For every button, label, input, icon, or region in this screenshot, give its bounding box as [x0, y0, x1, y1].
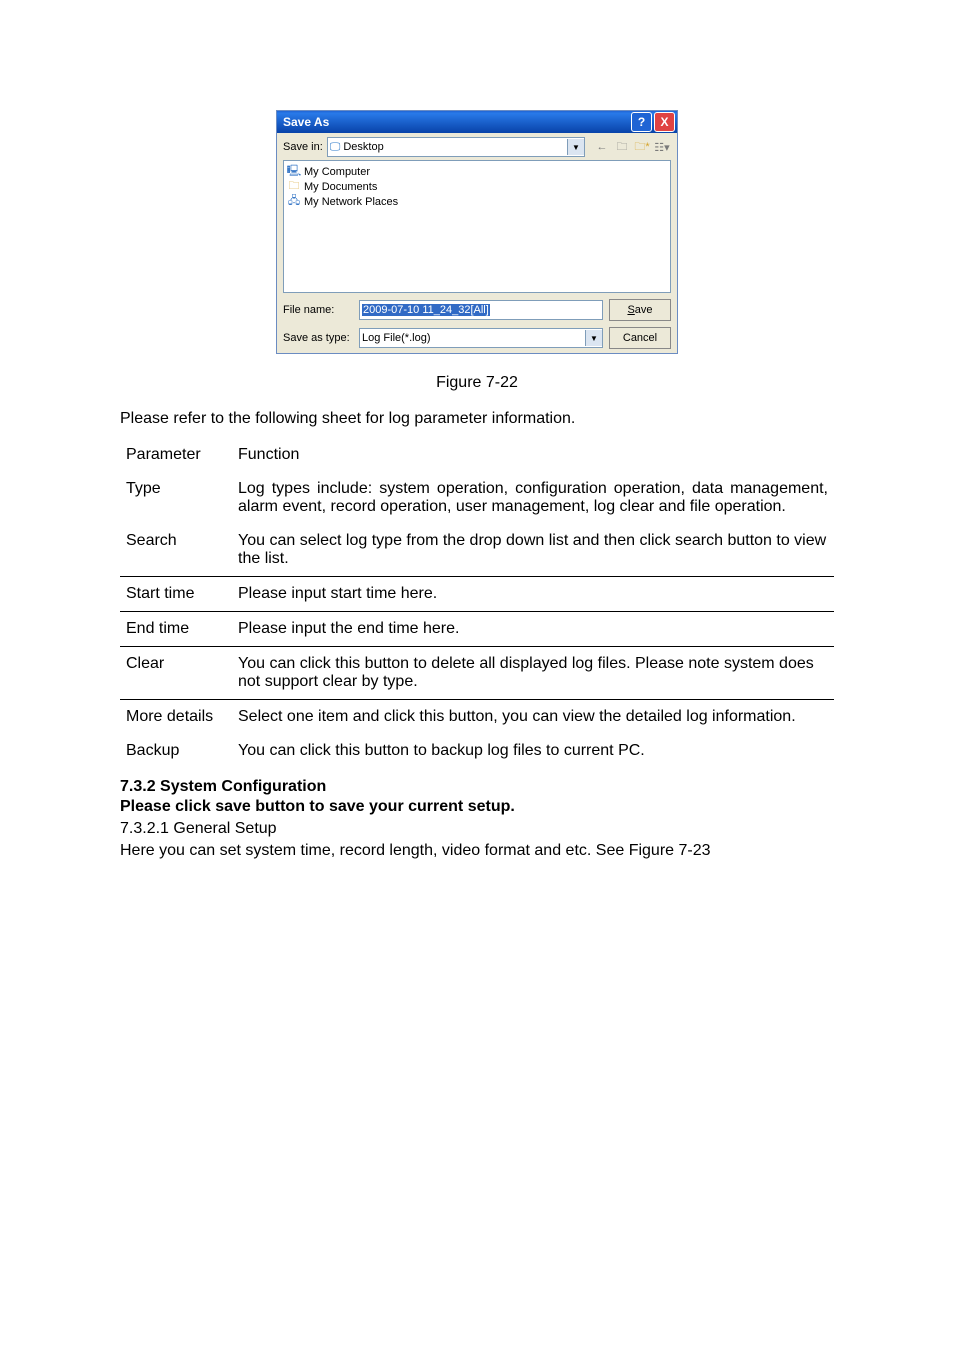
- views-icon[interactable]: ☷▾: [653, 138, 671, 156]
- close-icon[interactable]: X: [654, 112, 675, 132]
- param-name: Type: [120, 472, 232, 524]
- param-desc: You can click this button to backup log …: [232, 734, 834, 768]
- desktop-icon: 🖵: [330, 141, 341, 154]
- up-icon[interactable]: 🗀: [613, 138, 631, 156]
- file-name-input[interactable]: 2009-07-10 11_24_32[All]: [359, 300, 603, 320]
- param-name: Clear: [120, 647, 232, 700]
- chevron-down-icon[interactable]: ▼: [585, 330, 602, 346]
- save-button[interactable]: Save: [609, 299, 671, 321]
- list-item[interactable]: 🗀 My Documents: [287, 179, 667, 194]
- item-label: My Network Places: [304, 196, 398, 208]
- param-name: End time: [120, 612, 232, 647]
- param-desc: Please input the end time here.: [232, 612, 834, 647]
- file-name-label: File name:: [283, 304, 353, 316]
- file-name-value: 2009-07-10 11_24_32[All]: [362, 304, 490, 316]
- save-as-type-value: Log File(*.log): [362, 332, 430, 344]
- save-as-dialog: Save As ? X Save in: 🖵 Desktop ▼: [276, 110, 678, 354]
- col-header-function: Function: [232, 438, 834, 472]
- file-browser[interactable]: 🖳 My Computer 🗀 My Documents 🖧 My Networ…: [283, 160, 671, 293]
- section-note: Please click save button to save your cu…: [120, 798, 834, 816]
- param-desc: You can click this button to delete all …: [232, 647, 834, 700]
- subsection-text: Here you can set system time, record len…: [120, 842, 834, 860]
- cancel-button[interactable]: Cancel: [609, 327, 671, 349]
- intro-text: Please refer to the following sheet for …: [120, 410, 834, 428]
- param-desc: Log types include: system operation, con…: [232, 472, 834, 524]
- back-icon[interactable]: ←: [593, 138, 611, 156]
- dialog-title: Save As: [283, 115, 631, 129]
- section-heading-732: 7.3.2 System Configuration: [120, 778, 834, 796]
- dialog-body: Save in: 🖵 Desktop ▼ ← 🗀 🗀* ☷▾: [277, 133, 677, 353]
- chevron-down-icon[interactable]: ▼: [567, 139, 584, 155]
- col-header-parameter: Parameter: [120, 438, 232, 472]
- param-desc: Please input start time here.: [232, 577, 834, 612]
- titlebar: Save As ? X: [277, 111, 677, 133]
- parameter-table: Parameter Function Type Log types includ…: [120, 438, 834, 768]
- item-label: My Computer: [304, 166, 370, 178]
- save-as-type-dropdown[interactable]: Log File(*.log) ▼: [359, 328, 603, 348]
- param-name: Start time: [120, 577, 232, 612]
- list-item[interactable]: 🖧 My Network Places: [287, 194, 667, 209]
- param-name: Search: [120, 524, 232, 577]
- save-in-value: Desktop: [343, 141, 383, 153]
- save-in-dropdown[interactable]: 🖵 Desktop ▼: [327, 137, 585, 157]
- new-folder-icon[interactable]: 🗀*: [633, 138, 651, 156]
- help-icon[interactable]: ?: [631, 112, 652, 132]
- subsection-heading-7321: 7.3.2.1 General Setup: [120, 820, 834, 838]
- item-label: My Documents: [304, 181, 377, 193]
- network-icon: 🖧: [287, 195, 301, 209]
- param-name: More details: [120, 700, 232, 735]
- list-item[interactable]: 🖳 My Computer: [287, 164, 667, 179]
- save-in-label: Save in:: [283, 141, 323, 153]
- param-name: Backup: [120, 734, 232, 768]
- save-as-type-label: Save as type:: [283, 332, 353, 344]
- save-as-dialog-container: Save As ? X Save in: 🖵 Desktop ▼: [120, 110, 834, 354]
- param-desc: You can select log type from the drop do…: [232, 524, 834, 577]
- param-desc: Select one item and click this button, y…: [232, 700, 834, 735]
- figure-caption: Figure 7-22: [120, 374, 834, 392]
